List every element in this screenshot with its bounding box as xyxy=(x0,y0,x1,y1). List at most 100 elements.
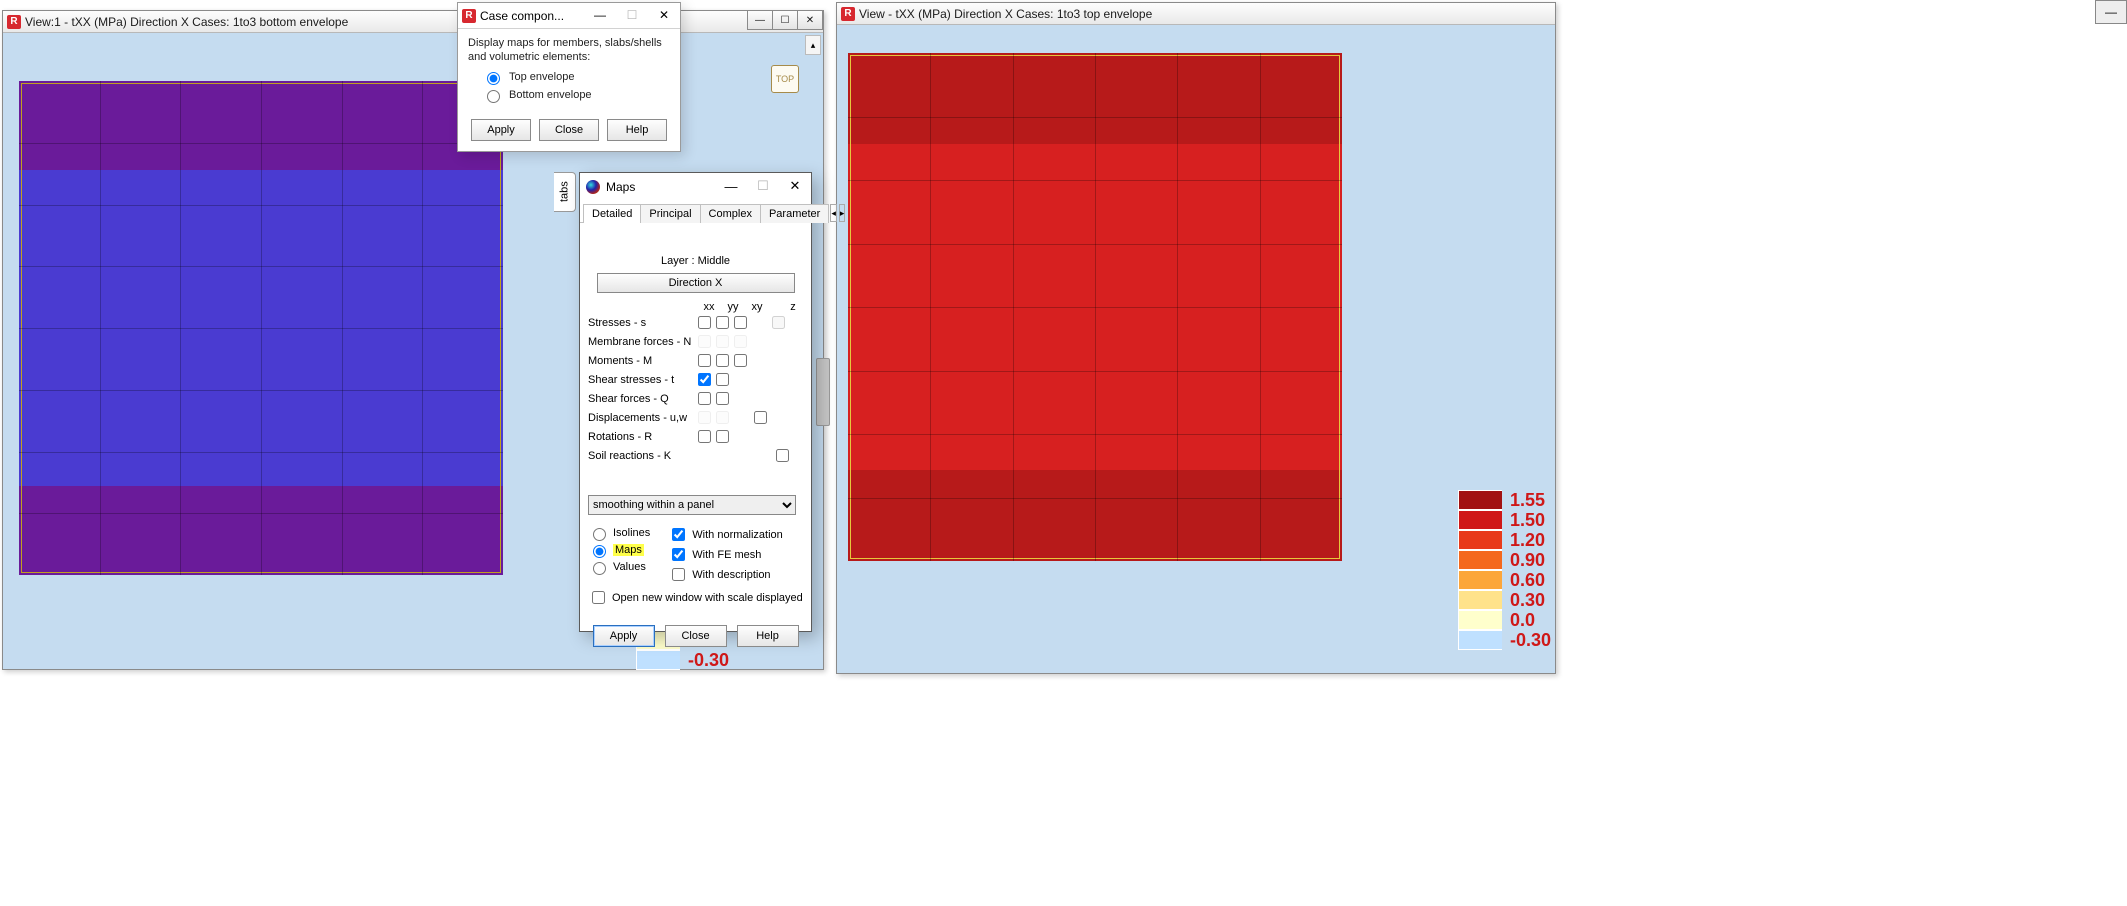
layer-label: Layer : Middle xyxy=(588,255,803,267)
row-shear-forces: Shear forces - Q xyxy=(588,389,803,408)
close-button[interactable]: ✕ xyxy=(779,173,811,199)
case-dialog-titlebar[interactable]: R Case compon... — ☐ ✕ xyxy=(458,3,680,29)
apply-button[interactable]: Apply xyxy=(593,625,655,647)
scale-swatch xyxy=(1458,510,1502,530)
tab-nav-right-icon[interactable]: ▸ xyxy=(839,204,846,222)
maps-titlebar[interactable]: Maps — ☐ ✕ xyxy=(580,173,811,201)
scale-swatch xyxy=(1458,610,1502,630)
apply-button[interactable]: Apply xyxy=(471,119,531,141)
membrane-xx-check xyxy=(698,335,711,348)
row-shear-stresses: Shear stresses - t xyxy=(588,370,803,389)
viewport-right[interactable] xyxy=(837,25,1555,673)
maximize-button[interactable]: ☐ xyxy=(772,10,798,30)
stresses-xy-check[interactable] xyxy=(734,316,747,329)
shearstr-yy-check[interactable] xyxy=(716,373,729,386)
view-window-top-envelope: R View - tXX (MPa) Direction X Cases: 1t… xyxy=(836,2,1556,674)
moments-xy-check[interactable] xyxy=(734,354,747,367)
row-displacements: Displacements - u,w xyxy=(588,408,803,427)
disp-xx-check xyxy=(698,411,711,424)
moments-yy-check[interactable] xyxy=(716,354,729,367)
tabs-side-handle[interactable]: tabs xyxy=(554,172,576,212)
scale-value: 1.55 xyxy=(1510,490,1545,511)
robot-app-icon: R xyxy=(841,7,855,21)
tab-complex[interactable]: Complex xyxy=(700,204,761,223)
soil-z-check[interactable] xyxy=(776,449,789,462)
maps-dialog: Maps — ☐ ✕ Detailed Principal Complex Pa… xyxy=(579,172,812,632)
scale-swatch xyxy=(1458,630,1502,650)
scale-swatch xyxy=(1458,570,1502,590)
close-button[interactable]: Close xyxy=(539,119,599,141)
stresses-xx-check[interactable] xyxy=(698,316,711,329)
values-radio[interactable]: Values xyxy=(588,559,650,575)
membrane-yy-check xyxy=(716,335,729,348)
top-envelope-radio[interactable]: Top envelope xyxy=(482,69,670,85)
row-membrane: Membrane forces - N xyxy=(588,332,803,351)
with-fe-mesh-check[interactable]: With FE mesh xyxy=(668,545,782,564)
scroll-up-icon[interactable]: ▴ xyxy=(805,35,821,55)
moments-xx-check[interactable] xyxy=(698,354,711,367)
tab-detailed[interactable]: Detailed xyxy=(583,204,641,223)
title-left: View:1 - tXX (MPa) Direction X Cases: 1t… xyxy=(25,15,348,29)
row-soil: Soil reactions - K xyxy=(588,446,803,465)
color-scale-right: 1.55 1.50 1.20 0.90 0.60 0.30 0.0 -0.30 xyxy=(1458,490,1551,650)
minimize-button[interactable]: — xyxy=(747,10,773,30)
scale-value: 0.60 xyxy=(1510,570,1545,591)
title-right: View - tXX (MPa) Direction X Cases: 1to3… xyxy=(859,7,1152,21)
scale-value: 0.30 xyxy=(1510,590,1545,611)
top-orientation-badge[interactable]: TOP xyxy=(771,65,799,93)
tab-nav-left-icon[interactable]: ◂ xyxy=(830,204,837,222)
stress-map-plot-left xyxy=(19,81,503,575)
case-component-dialog: R Case compon... — ☐ ✕ Display maps for … xyxy=(457,2,681,152)
rot-yy-check[interactable] xyxy=(716,430,729,443)
scale-swatch xyxy=(1458,530,1502,550)
smoothing-select[interactable]: smoothing within a panel xyxy=(588,495,796,515)
case-dialog-desc: Display maps for members, slabs/shells a… xyxy=(468,37,670,65)
titlebar-left[interactable]: R View:1 - tXX (MPa) Direction X Cases: … xyxy=(3,11,823,33)
scale-value: 1.50 xyxy=(1510,510,1545,531)
scale-value: -0.30 xyxy=(1510,630,1551,651)
open-new-window-check[interactable]: Open new window with scale displayed xyxy=(588,588,803,607)
shearstr-xx-check[interactable] xyxy=(698,373,711,386)
scale-swatch xyxy=(1458,490,1502,510)
minimize-button[interactable]: — xyxy=(2095,0,2127,24)
row-moments: Moments - M xyxy=(588,351,803,370)
scale-swatch xyxy=(1458,590,1502,610)
titlebar-right[interactable]: R View - tXX (MPa) Direction X Cases: 1t… xyxy=(837,3,1555,25)
maximize-button: ☐ xyxy=(616,3,648,27)
isolines-radio[interactable]: Isolines xyxy=(588,525,650,541)
tab-principal[interactable]: Principal xyxy=(640,204,700,223)
help-button[interactable]: Help xyxy=(737,625,799,647)
close-button[interactable]: ✕ xyxy=(797,10,823,30)
bottom-envelope-radio[interactable]: Bottom envelope xyxy=(482,87,670,103)
row-stresses: Stresses - s xyxy=(588,313,803,332)
stresses-yy-check[interactable] xyxy=(716,316,729,329)
help-button[interactable]: Help xyxy=(607,119,667,141)
robot-app-icon: R xyxy=(7,15,21,29)
rot-xx-check[interactable] xyxy=(698,430,711,443)
close-button[interactable]: ✕ xyxy=(648,3,680,27)
maps-tabs: Detailed Principal Complex Parameter ◂ ▸ xyxy=(580,201,811,223)
minimize-button[interactable]: — xyxy=(715,173,747,199)
shearf-xx-check[interactable] xyxy=(698,392,711,405)
stresses-z-check xyxy=(772,316,785,329)
maximize-button: ☐ xyxy=(747,173,779,199)
row-rotations: Rotations - R xyxy=(588,427,803,446)
tab-parameters[interactable]: Parameter xyxy=(760,204,829,223)
with-normalization-check[interactable]: With normalization xyxy=(668,525,782,544)
scale-value: 0.0 xyxy=(1510,610,1535,631)
membrane-xy-check xyxy=(734,335,747,348)
maps-app-icon xyxy=(586,180,600,194)
scale-value: 0.90 xyxy=(1510,550,1545,571)
close-button[interactable]: Close xyxy=(665,625,727,647)
disp-z-check[interactable] xyxy=(754,411,767,424)
vertical-scrollbar[interactable] xyxy=(816,358,830,426)
case-dialog-title: Case compon... xyxy=(480,9,564,23)
shearf-yy-check[interactable] xyxy=(716,392,729,405)
maps-radio[interactable]: Maps xyxy=(588,542,650,558)
direction-button[interactable]: Direction X xyxy=(597,273,795,293)
column-headers: xx yy xy z xyxy=(702,301,803,313)
robot-app-icon: R xyxy=(462,9,476,23)
with-description-check[interactable]: With description xyxy=(668,565,782,584)
disp-yy-check xyxy=(716,411,729,424)
minimize-button[interactable]: — xyxy=(584,3,616,27)
